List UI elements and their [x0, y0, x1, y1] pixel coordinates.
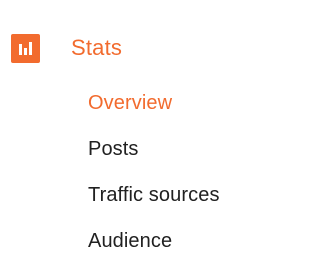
stats-nav: Stats Overview Posts Traffic sources Aud…: [0, 0, 300, 277]
stats-section-header[interactable]: Stats: [11, 33, 211, 63]
bar-chart-icon: [11, 33, 40, 63]
menu-item-audience[interactable]: Audience: [88, 218, 220, 264]
menu-item-traffic-sources[interactable]: Traffic sources: [88, 172, 220, 218]
stats-submenu: Overview Posts Traffic sources Audience: [88, 80, 220, 264]
menu-item-posts[interactable]: Posts: [88, 126, 220, 172]
stats-section-label: Stats: [71, 35, 123, 60]
menu-item-overview[interactable]: Overview: [88, 80, 220, 126]
